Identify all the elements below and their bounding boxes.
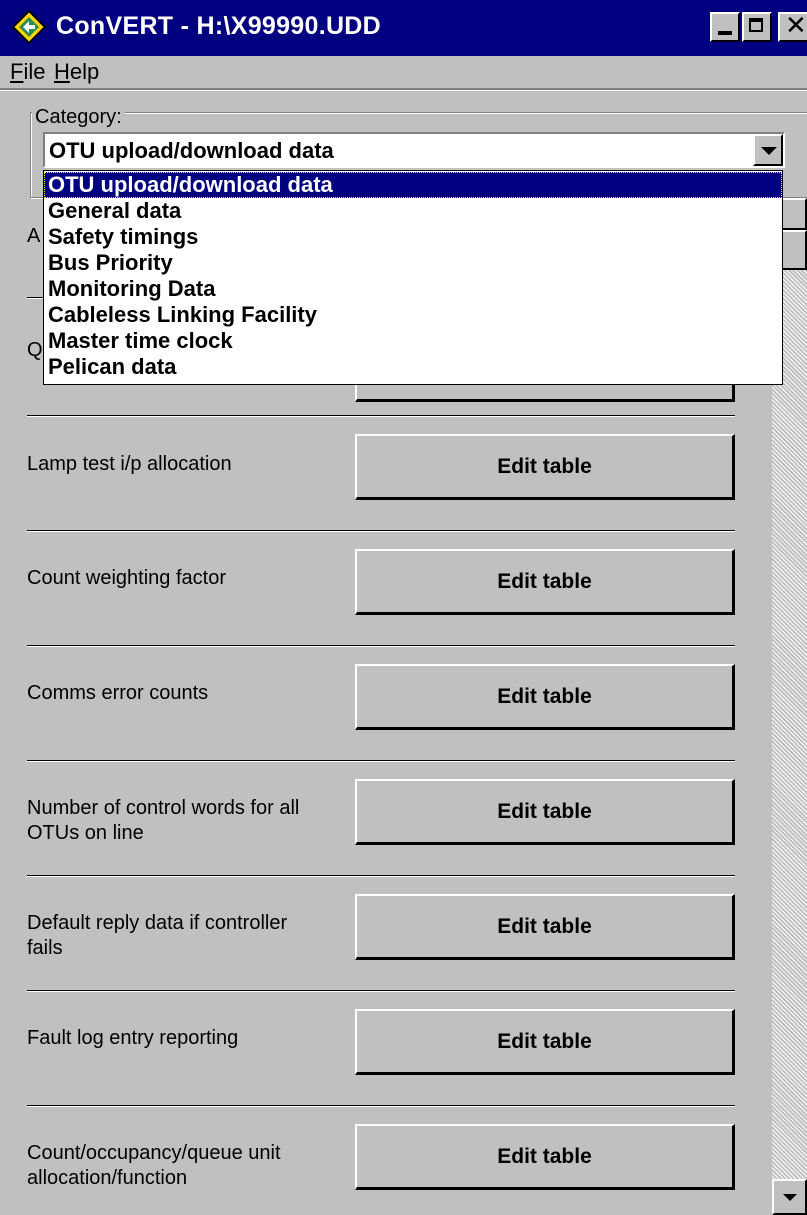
edit-table-button-count-weighting[interactable]: Edit table [355, 549, 735, 615]
edit-table-button-control-words[interactable]: Edit table [355, 779, 735, 845]
separator [27, 875, 735, 877]
separator [27, 760, 735, 762]
category-dropdown-list[interactable]: OTU upload/download data General data Sa… [43, 170, 783, 385]
separator [27, 1105, 735, 1107]
dropdown-option-pelican[interactable]: Pelican data [44, 354, 782, 380]
menu-divider [0, 88, 807, 91]
edit-table-button-comms-error[interactable]: Edit table [355, 664, 735, 730]
row-label-fault-log: Fault log entry reporting [27, 1027, 239, 1049]
category-selected-value: OTU upload/download data [49, 138, 334, 163]
edit-table-button-fault-log[interactable]: Edit table [355, 1009, 735, 1075]
chevron-down-icon[interactable] [753, 134, 783, 166]
dropdown-option-general[interactable]: General data [44, 198, 782, 224]
separator [27, 530, 735, 532]
title-bar[interactable]: ConVERT - H:\X99990.UDD ✕ [0, 0, 807, 56]
separator [27, 990, 735, 992]
dropdown-option-safety[interactable]: Safety timings [44, 224, 782, 250]
separator [27, 645, 735, 647]
dropdown-option-master-clock[interactable]: Master time clock [44, 328, 782, 354]
dropdown-option-cableless[interactable]: Cableless Linking Facility [44, 302, 782, 328]
row-label-count-occupancy: Count/occupancy/queue unit allocation/fu… [27, 1142, 281, 1189]
category-combobox[interactable]: OTU upload/download data [43, 132, 785, 168]
menu-bar: File Help [0, 56, 807, 88]
dropdown-option-bus[interactable]: Bus Priority [44, 250, 782, 276]
close-button[interactable]: ✕ [778, 11, 807, 42]
window-title: ConVERT - H:\X99990.UDD [56, 12, 382, 40]
edit-table-button-default-reply[interactable]: Edit table [355, 894, 735, 960]
category-label: Category: [32, 106, 125, 129]
menu-file[interactable]: File [10, 59, 45, 85]
scroll-down-button[interactable] [772, 1179, 807, 1215]
dropdown-option-otu[interactable]: OTU upload/download data [44, 172, 782, 198]
diamond-icon[interactable] [12, 10, 46, 44]
dropdown-option-monitoring[interactable]: Monitoring Data [44, 276, 782, 302]
menu-help[interactable]: Help [54, 59, 99, 85]
edit-table-button-count-occupancy[interactable]: Edit table [355, 1124, 735, 1190]
app-window: ConVERT - H:\X99990.UDD ✕ File Help Cate… [0, 0, 807, 1215]
row-label-default-reply: Default reply data if controller fails [27, 912, 288, 959]
separator [27, 415, 735, 417]
maximize-button[interactable] [742, 12, 772, 42]
edit-table-button-lamp-test[interactable]: Edit table [355, 434, 735, 500]
close-icon: ✕ [785, 11, 807, 41]
row-label-comms-error: Comms error counts [27, 682, 209, 704]
row-label-control-words: Number of control words for all OTUs on … [27, 797, 300, 844]
row-label-count-weighting: Count weighting factor [27, 567, 227, 589]
minimize-button[interactable] [710, 12, 740, 42]
row-label-lamp-test: Lamp test i/p allocation [27, 453, 232, 475]
